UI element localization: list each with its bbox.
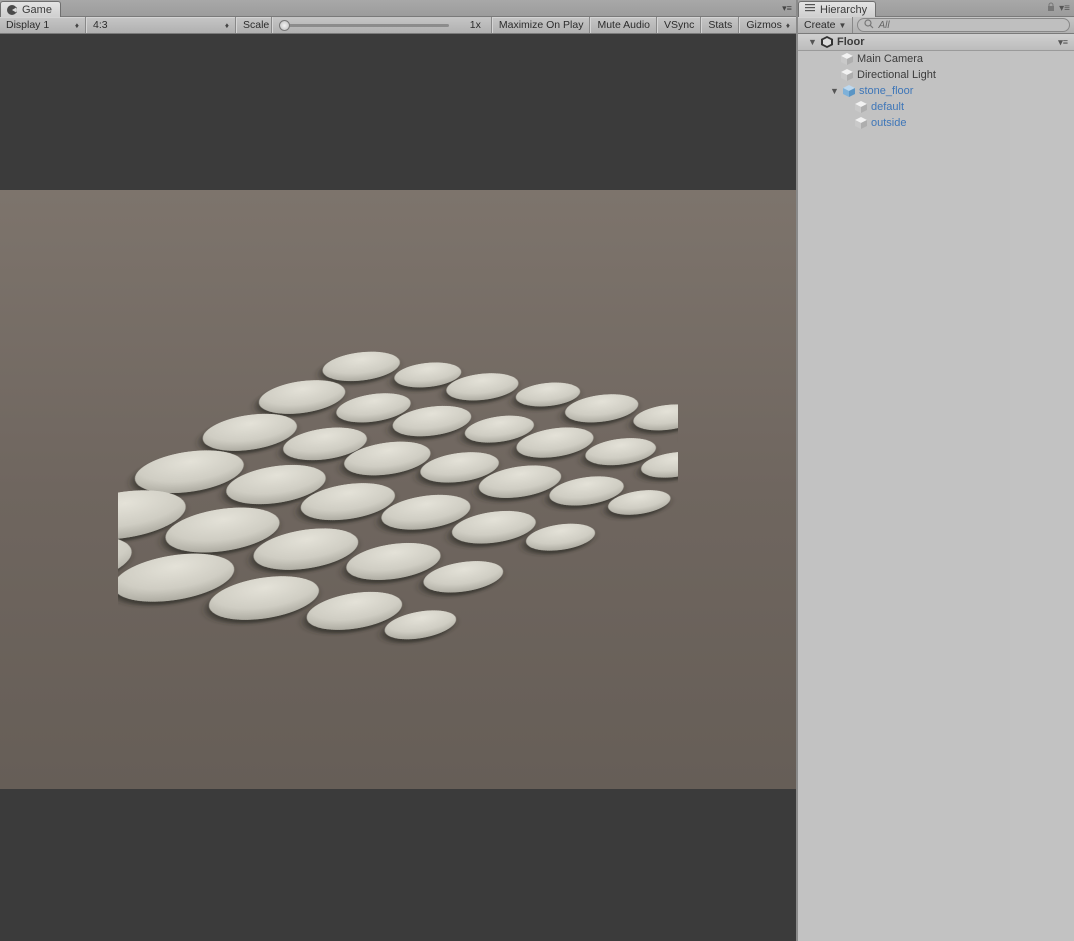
hierarchy-item-directional-light[interactable]: Directional Light — [798, 67, 1074, 83]
chevron-down-icon: ♦ — [225, 21, 229, 30]
panel-controls: ▾≡ — [1042, 0, 1074, 16]
scene-name-label: Floor — [837, 36, 865, 48]
foldout-arrow-icon[interactable]: ▼ — [808, 37, 817, 47]
create-dropdown[interactable]: Create ▼ — [798, 17, 853, 33]
hierarchy-item-label: default — [871, 101, 904, 113]
game-panel: Game ▾≡ Display 1 ♦ 4:3 ♦ Scale 1x — [0, 0, 798, 941]
hierarchy-item-main-camera[interactable]: Main Camera — [798, 51, 1074, 67]
chevron-down-icon: ♦ — [786, 21, 790, 30]
foldout-arrow-icon[interactable]: ▼ — [830, 86, 839, 96]
hierarchy-tab[interactable]: Hierarchy — [798, 1, 876, 17]
hierarchy-tabstrip: Hierarchy ▾≡ — [798, 0, 1074, 17]
chevron-down-icon: ♦ — [75, 21, 79, 30]
stats-label: Stats — [708, 19, 732, 31]
chevron-down-icon: ▼ — [839, 21, 847, 30]
scale-slider-track — [279, 24, 449, 27]
scale-value: 1x — [455, 19, 485, 31]
panel-menu-icon[interactable]: ▾≡ — [1059, 3, 1070, 14]
mute-audio-label: Mute Audio — [597, 19, 650, 31]
stone-floor-render — [118, 280, 678, 700]
hierarchy-item-label: stone_floor — [859, 85, 913, 97]
scale-slider-thumb[interactable] — [279, 20, 290, 31]
gameobject-cube-icon — [840, 52, 854, 66]
panel-lock-icon[interactable] — [1046, 2, 1056, 15]
viewport-render-area — [0, 190, 796, 789]
aspect-dropdown[interactable]: 4:3 ♦ — [86, 17, 236, 33]
scene-menu-icon[interactable]: ▾≡ — [1058, 37, 1074, 48]
display-dropdown[interactable]: Display 1 ♦ — [0, 17, 86, 33]
display-dropdown-label: Display 1 — [6, 19, 49, 31]
create-dropdown-label: Create — [804, 19, 836, 31]
hierarchy-search[interactable]: All — [853, 17, 1074, 33]
mute-audio-button[interactable]: Mute Audio — [590, 17, 657, 33]
gizmos-label: Gizmos — [746, 19, 782, 31]
vsync-button[interactable]: VSync — [657, 17, 701, 33]
gameobject-cube-icon — [840, 68, 854, 82]
stats-button[interactable]: Stats — [701, 17, 739, 33]
maximize-on-play-button[interactable]: Maximize On Play — [492, 17, 591, 33]
viewport-letterbox-bottom — [0, 789, 796, 941]
hierarchy-toolbar: Create ▼ All — [798, 17, 1074, 34]
hierarchy-panel: Hierarchy ▾≡ Create ▼ All — [798, 0, 1074, 941]
vsync-label: VSync — [664, 19, 694, 31]
hierarchy-item-label: outside — [871, 117, 906, 129]
hierarchy-tree: ▼ Floor ▾≡ Main Camera Directional Light — [798, 34, 1074, 941]
scene-row[interactable]: ▼ Floor ▾≡ — [798, 34, 1074, 51]
hierarchy-item-label: Directional Light — [857, 69, 936, 81]
game-tabstrip: Game ▾≡ — [0, 0, 796, 17]
game-tab-label: Game — [22, 4, 52, 16]
scale-label-box: Scale — [236, 17, 272, 33]
game-toolbar: Display 1 ♦ 4:3 ♦ Scale 1x Maximize On P… — [0, 17, 796, 34]
hierarchy-search-placeholder: All — [878, 20, 889, 31]
game-tab[interactable]: Game — [0, 1, 61, 17]
prefab-cube-icon — [842, 84, 856, 98]
pacman-icon — [6, 4, 18, 16]
hierarchy-item-stone-floor[interactable]: ▼ stone_floor — [798, 83, 1074, 99]
gameobject-cube-icon — [854, 116, 868, 130]
viewport-letterbox-top — [0, 34, 796, 190]
hierarchy-item-label: Main Camera — [857, 53, 923, 65]
hierarchy-item-default[interactable]: default — [798, 99, 1074, 115]
maximize-on-play-label: Maximize On Play — [499, 19, 584, 31]
hierarchy-tab-label: Hierarchy — [820, 4, 867, 16]
hierarchy-item-outside[interactable]: outside — [798, 115, 1074, 131]
aspect-dropdown-label: 4:3 — [93, 19, 108, 31]
scale-label: Scale — [243, 19, 269, 31]
panel-menu-icon[interactable]: ▾≡ — [778, 0, 796, 16]
gameobject-cube-icon — [854, 100, 868, 114]
scale-slider[interactable]: 1x — [272, 17, 492, 33]
unity-logo-icon — [820, 35, 834, 49]
search-icon — [864, 19, 874, 32]
gizmos-dropdown[interactable]: Gizmos ♦ — [739, 17, 796, 33]
hierarchy-list-icon — [804, 2, 816, 17]
game-viewport — [0, 34, 796, 941]
